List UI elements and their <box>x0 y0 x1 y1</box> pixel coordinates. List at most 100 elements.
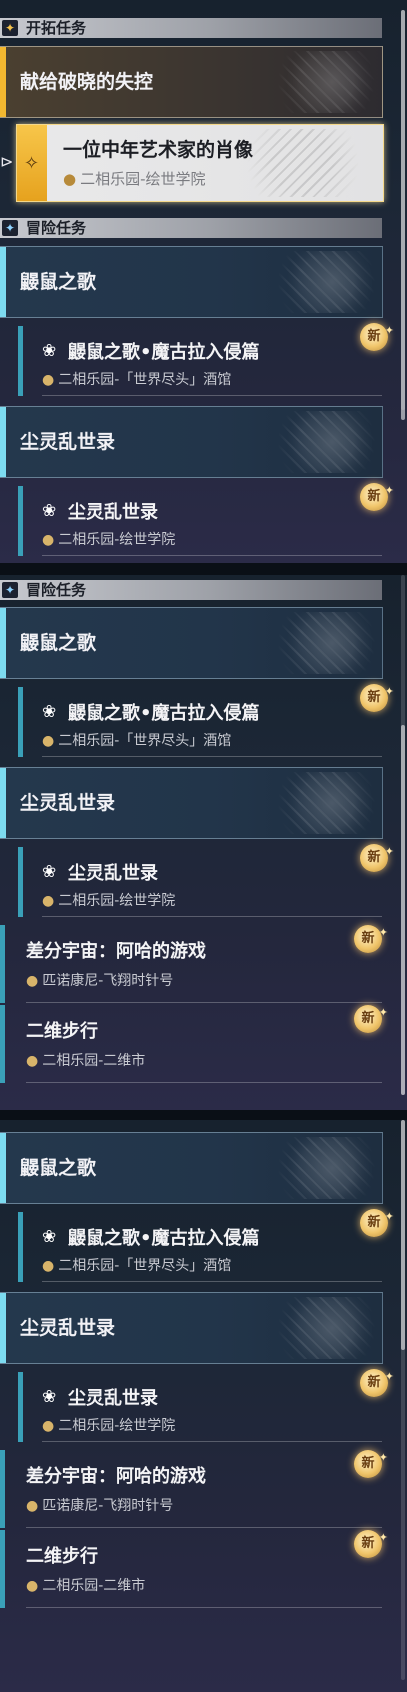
quest-item[interactable]: 二维步行 ● 二相乐园-二维市 <box>0 1005 382 1083</box>
quest-item[interactable]: 二维步行 ● 二相乐园-二维市 <box>0 1530 382 1608</box>
card-accent-bar <box>0 407 6 477</box>
badge-text: 新 <box>361 1011 375 1026</box>
quest-group-card[interactable]: 鼹鼠之歌 <box>0 607 383 679</box>
quest-mole-icon: ❀ <box>42 862 57 882</box>
section-title: 开拓任务 <box>26 19 87 37</box>
location-text: 二相乐园-「世界尽头」酒馆 <box>58 1258 232 1274</box>
section-title: 冒险任务 <box>26 219 87 237</box>
quest-title: 二维步行 <box>26 1021 98 1042</box>
quest-location: ● 二相乐园-二维市 <box>26 1050 145 1070</box>
quest-group-card[interactable]: 尘灵乱世录 <box>0 1292 383 1364</box>
sparkle-icon: ✦ <box>378 1451 388 1464</box>
quest-title: 鼹鼠之歌•魔古拉入侵篇 <box>68 342 260 363</box>
new-badge: 新 ✦ <box>360 684 394 712</box>
location-pin-icon: ● <box>42 532 55 548</box>
location-pin-icon: ● <box>42 733 55 749</box>
quest-location: ● 二相乐园-二维市 <box>26 1575 145 1595</box>
divider <box>26 1527 382 1528</box>
quest-group-card[interactable]: 鼹鼠之歌 <box>0 246 383 318</box>
sparkle-icon: ✦ <box>384 685 394 698</box>
quest-art-emblem <box>233 129 373 197</box>
quest-mole-icon: ❀ <box>42 1227 57 1247</box>
quest-group-card[interactable]: 尘灵乱世录 <box>0 406 383 478</box>
new-badge: 新 ✦ <box>360 323 394 351</box>
location-pin-icon: ● <box>26 1498 39 1514</box>
quest-item[interactable]: 差分宇宙：阿哈的游戏 ● 匹诺康尼-飞翔时针号 <box>0 925 382 1003</box>
badge-text: 新 <box>367 1375 381 1390</box>
quest-card-main[interactable]: 献给破晓的失控 <box>0 46 383 118</box>
section-title: 冒险任务 <box>26 581 87 599</box>
section-header-adventure: ✦ 冒险任务 <box>0 580 382 600</box>
quest-title: 差分宇宙：阿哈的游戏 <box>26 941 206 962</box>
quest-location: ● 二相乐园-「世界尽头」酒馆 <box>42 369 231 389</box>
location-pin-icon: ● <box>42 372 55 388</box>
quest-mole-icon: ❀ <box>42 702 57 722</box>
screenshot-separator <box>0 563 407 575</box>
quest-group-title: 鼹鼠之歌 <box>20 632 97 654</box>
new-badge: 新 ✦ <box>354 1450 388 1478</box>
location-pin-icon: ● <box>26 1053 39 1069</box>
quest-sub-item[interactable]: ❀ 鼹鼠之歌•魔古拉入侵篇 ● 二相乐园-「世界尽头」酒馆 <box>18 326 382 396</box>
quest-item[interactable]: 差分宇宙：阿哈的游戏 ● 匹诺康尼-飞翔时针号 <box>0 1450 382 1528</box>
card-accent-bar <box>0 608 6 678</box>
badge-text: 新 <box>367 690 381 705</box>
quest-title: 鼹鼠之歌•魔古拉入侵篇 <box>68 1228 260 1249</box>
quest-location: ● 二相乐园-「世界尽头」酒馆 <box>42 1255 231 1275</box>
quest-group-card[interactable]: 尘灵乱世录 <box>0 767 383 839</box>
quest-title: 献给破晓的失控 <box>20 71 154 93</box>
divider <box>42 1441 382 1442</box>
item-accent-bar <box>0 1005 5 1083</box>
quest-title: 二维步行 <box>26 1546 98 1567</box>
card-accent-bar <box>0 1133 6 1203</box>
sub-accent-bar <box>18 687 23 757</box>
location-pin-icon: ● <box>42 1258 55 1274</box>
quest-panel-2: ✦ 冒险任务 鼹鼠之歌 ❀ 鼹鼠之歌•魔古拉入侵篇 ● 二相乐园-「世界尽头」酒馆… <box>0 575 407 1110</box>
sub-accent-bar <box>18 847 23 917</box>
scrollbar-thumb[interactable] <box>401 10 405 420</box>
card-accent-bar <box>0 47 6 117</box>
badge-text: 新 <box>361 931 375 946</box>
quest-group-card[interactable]: 鼹鼠之歌 <box>0 1132 383 1204</box>
quest-item-selected[interactable]: ✧ 一位中年艺术家的肖像 ● 二相乐园-绘世学院 <box>16 124 384 202</box>
quest-sub-item[interactable]: ❀ 尘灵乱世录 ● 二相乐园-绘世学院 <box>18 486 382 556</box>
quest-art-emblem <box>266 51 376 113</box>
quest-location: ● 二相乐园-绘世学院 <box>63 168 206 189</box>
location-text: 匹诺康尼-飞翔时针号 <box>42 1498 174 1514</box>
location-pin-icon: ● <box>63 170 77 188</box>
divider <box>26 1607 382 1608</box>
quest-location: ● 二相乐园-绘世学院 <box>42 529 175 549</box>
card-accent-bar <box>0 768 6 838</box>
sparkle-icon: ✦ <box>384 845 394 858</box>
quest-title: 一位中年艺术家的肖像 <box>63 139 254 161</box>
quest-title: 差分宇宙：阿哈的游戏 <box>26 1466 206 1487</box>
location-text: 二相乐园-绘世学院 <box>58 532 176 548</box>
sparkle-icon: ✦ <box>384 324 394 337</box>
new-badge: 新 ✦ <box>360 1209 394 1237</box>
scrollbar-thumb[interactable] <box>401 725 405 1095</box>
sub-accent-bar <box>18 486 23 556</box>
sub-accent-bar <box>18 1212 23 1282</box>
sparkle-icon: ✦ <box>384 1370 394 1383</box>
quest-sub-item[interactable]: ❀ 鼹鼠之歌•魔古拉入侵篇 ● 二相乐园-「世界尽头」酒馆 <box>18 687 382 757</box>
new-badge: 新 ✦ <box>360 844 394 872</box>
new-badge: 新 ✦ <box>354 1530 388 1558</box>
screenshot-separator <box>0 1110 407 1120</box>
scrollbar-thumb[interactable] <box>401 1120 405 1350</box>
section-header-trailblaze: ✦ 开拓任务 <box>0 18 382 38</box>
quest-sub-item[interactable]: ❀ 尘灵乱世录 ● 二相乐园-绘世学院 <box>18 847 382 917</box>
quest-location: ● 二相乐园-绘世学院 <box>42 1415 175 1435</box>
location-text: 二相乐园-二维市 <box>42 1053 146 1069</box>
divider <box>42 756 382 757</box>
sparkle-icon: ✦ <box>378 1531 388 1544</box>
card-accent-bar <box>0 247 6 317</box>
quest-sub-item[interactable]: ❀ 鼹鼠之歌•魔古拉入侵篇 ● 二相乐园-「世界尽头」酒馆 <box>18 1212 382 1282</box>
quest-mole-icon: ❀ <box>42 341 57 361</box>
quest-group-title: 尘灵乱世录 <box>20 1317 116 1339</box>
new-badge: 新 ✦ <box>360 483 394 511</box>
quest-title: 尘灵乱世录 <box>68 863 158 884</box>
badge-text: 新 <box>367 1215 381 1230</box>
quest-title: 尘灵乱世录 <box>68 502 158 523</box>
quest-sub-item[interactable]: ❀ 尘灵乱世录 ● 二相乐园-绘世学院 <box>18 1372 382 1442</box>
badge-text: 新 <box>367 329 381 344</box>
quest-location: ● 匹诺康尼-飞翔时针号 <box>26 970 173 990</box>
